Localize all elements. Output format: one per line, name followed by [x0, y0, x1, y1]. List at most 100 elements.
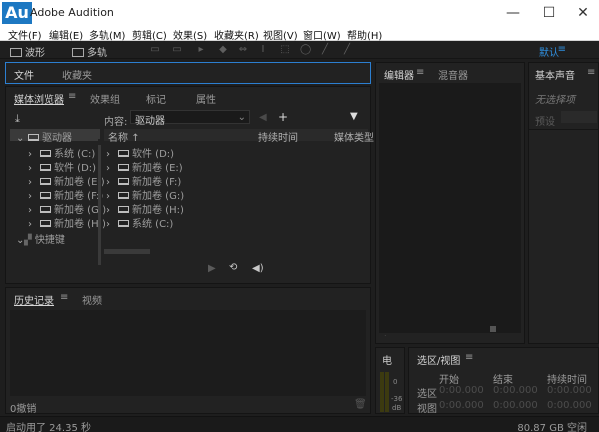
view-duration[interactable]: 0:00.000 — [547, 400, 592, 411]
tree-item[interactable]: › 系统 (C:) — [28, 145, 95, 160]
marquee-tool-icon[interactable]: ⬚ — [280, 45, 290, 55]
editor-canvas[interactable] — [379, 83, 521, 333]
meter-bar-right — [385, 372, 389, 412]
workspace-menu-icon[interactable]: ≡ — [558, 44, 566, 55]
meter-tick: 0 — [393, 378, 398, 386]
slip-tool-icon[interactable]: ⇔ — [238, 45, 248, 55]
loop-icon[interactable]: ⟲ — [229, 262, 237, 273]
tab-history[interactable]: 历史记录 — [14, 292, 54, 307]
selection-view-title[interactable]: 选区/视图 — [417, 352, 460, 367]
essential-sound-title[interactable]: 基本声音 — [535, 67, 575, 82]
tree-root-label: 驱动器 — [42, 133, 72, 144]
tab-favorites[interactable]: 收藏夹 — [62, 67, 92, 82]
waveform-view-button[interactable]: 波形 — [10, 44, 45, 59]
play-icon[interactable]: ▶ — [208, 263, 216, 274]
auto-play-icon[interactable]: ◀) — [252, 263, 264, 274]
selection-end[interactable]: 0:00.000 — [493, 385, 538, 396]
tab-video[interactable]: 视频 — [82, 292, 102, 307]
meter-tick: dB — [392, 404, 402, 412]
col-media-type[interactable]: 媒体类型 — [334, 129, 374, 144]
selection-start[interactable]: 0:00.000 — [439, 385, 484, 396]
import-icon[interactable]: ⤓ — [15, 112, 20, 126]
menu-view[interactable]: 视图(V) — [263, 27, 298, 42]
tree-item[interactable]: › 新加卷 (H:) — [28, 215, 106, 230]
lasso-tool-icon[interactable]: ◯ — [300, 45, 311, 55]
view-end[interactable]: 0:00.000 — [493, 400, 538, 411]
waveform-label: 波形 — [25, 48, 45, 59]
history-menu-icon[interactable]: ≡ — [60, 292, 68, 303]
list-item[interactable]: › 系统 (C:) — [106, 215, 173, 230]
menu-edit[interactable]: 编辑(E) — [49, 27, 83, 42]
selection-view-menu-icon[interactable]: ≡ — [465, 352, 473, 363]
tree-item[interactable]: › 新加卷 (G:) — [28, 201, 106, 216]
maximize-button[interactable]: ☐ — [532, 0, 566, 26]
startup-time: 启动用了 24.35 秒 — [6, 423, 91, 432]
zoom-handle[interactable] — [490, 326, 496, 332]
tree-root-drives[interactable]: ⌄ 驱动器 — [10, 129, 100, 144]
list-item[interactable]: › 新加卷 (H:) — [106, 201, 184, 216]
tree-item[interactable]: › 新加卷 (F:) — [28, 187, 103, 202]
essential-sound-menu-icon[interactable]: ≡ — [587, 67, 595, 78]
drive-icon — [40, 150, 51, 157]
tab-effects-rack[interactable]: 效果组 — [90, 91, 120, 106]
media-browser-menu-icon[interactable]: ≡ — [68, 91, 76, 102]
preset-label: 预设 — [535, 117, 555, 128]
minimize-button[interactable]: — — [496, 0, 530, 26]
trash-icon[interactable]: 🗑 — [354, 399, 367, 410]
spectral-display-icon[interactable]: ▭ — [150, 45, 160, 55]
menu-help[interactable]: 帮助(H) — [347, 27, 382, 42]
list-item[interactable]: › 新加卷 (F:) — [106, 173, 181, 188]
tab-files[interactable]: 文件 — [14, 67, 34, 82]
time-selection-tool-icon[interactable]: I — [258, 45, 268, 55]
content-dropdown[interactable]: 驱动器 ⌄ — [130, 110, 250, 127]
add-shortcut-icon[interactable]: + — [278, 110, 288, 124]
view-start[interactable]: 0:00.000 — [439, 400, 484, 411]
drive-icon — [40, 192, 51, 199]
drive-icon — [118, 178, 129, 185]
menu-multitrack[interactable]: 多轨(M) — [89, 27, 125, 42]
drive-icon — [40, 178, 51, 185]
tab-mixer[interactable]: 混音器 — [438, 67, 468, 82]
disk-free: 80.87 GB 空闲 — [517, 423, 587, 432]
multitrack-view-button[interactable]: 多轨 — [72, 44, 107, 59]
editor-menu-icon[interactable]: ≡ — [416, 67, 424, 78]
tab-editor[interactable]: 编辑器 — [384, 67, 414, 82]
workspace-selector[interactable]: 默认 — [539, 44, 559, 59]
menu-file[interactable]: 文件(F) — [8, 27, 42, 42]
filter-icon[interactable]: ▼ — [350, 111, 358, 122]
spot-healing-tool-icon[interactable]: ╱ — [342, 45, 352, 55]
tab-properties[interactable]: 属性 — [196, 91, 216, 106]
tree-scrollbar[interactable] — [98, 145, 101, 265]
drive-icon — [118, 164, 129, 171]
undo-count: 0撤销 — [10, 404, 37, 415]
close-button[interactable]: ✕ — [566, 0, 599, 26]
col-name[interactable]: 名称 ↑ — [108, 129, 140, 144]
col-duration[interactable]: 持续时间 — [258, 129, 298, 144]
essential-sound-panel: 基本声音 ≡ 无选择项 预设 — [528, 62, 599, 344]
back-icon[interactable]: ◀ — [259, 112, 267, 123]
pitch-display-icon[interactable]: ▭ — [172, 45, 182, 55]
menu-clip[interactable]: 剪辑(C) — [132, 27, 167, 42]
brush-tool-icon[interactable]: ╱ — [320, 45, 330, 55]
title-bar: Au Adobe Audition — ☐ ✕ — [0, 0, 599, 26]
move-tool-icon[interactable]: ▸ — [196, 45, 206, 55]
drive-icon — [28, 134, 39, 141]
preset-dropdown[interactable] — [561, 111, 597, 123]
list-item[interactable]: › 新加卷 (E:) — [106, 159, 183, 174]
list-scrollbar[interactable] — [104, 249, 150, 254]
tab-media-browser[interactable]: 媒体浏览器 — [14, 91, 64, 106]
tree-shortcuts[interactable]: ⌄▞ 快捷键 — [16, 231, 65, 246]
razor-tool-icon[interactable]: ◆ — [218, 45, 228, 55]
menu-effects[interactable]: 效果(S) — [173, 27, 207, 42]
files-panel: 文件 收藏夹 — [5, 62, 371, 84]
drive-icon — [40, 220, 51, 227]
tab-markers[interactable]: 标记 — [146, 91, 166, 106]
list-item[interactable]: › 软件 (D:) — [106, 145, 174, 160]
tree-item[interactable]: › 新加卷 (E:) — [28, 173, 105, 188]
menu-favorites[interactable]: 收藏夹(R) — [214, 27, 259, 42]
selection-duration[interactable]: 0:00.000 — [547, 385, 592, 396]
menu-window[interactable]: 窗口(W) — [303, 27, 341, 42]
tree-item[interactable]: › 软件 (D:) — [28, 159, 96, 174]
row-label-selection: 选区 — [417, 389, 437, 400]
list-item[interactable]: › 新加卷 (G:) — [106, 187, 184, 202]
